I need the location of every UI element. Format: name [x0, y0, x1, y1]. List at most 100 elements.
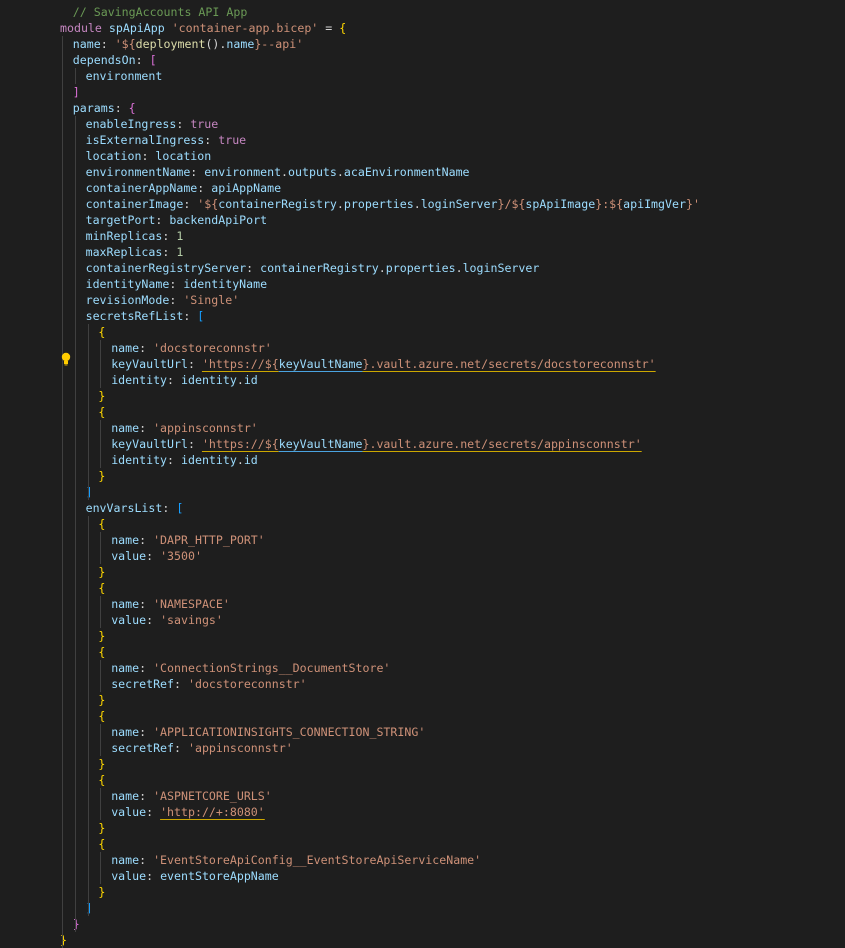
code-line[interactable]: name: 'APPLICATIONINSIGHTS_CONNECTION_ST…	[0, 724, 845, 740]
code-line[interactable]: name: 'NAMESPACE'	[0, 596, 845, 612]
code-token: spApiImage	[525, 197, 596, 211]
code-line[interactable]: {	[0, 516, 845, 532]
code-line[interactable]: dependsOn: [	[0, 52, 845, 68]
code-line[interactable]: secretsRefList: [	[0, 308, 845, 324]
code-line[interactable]: environment	[0, 68, 845, 84]
code-line[interactable]: keyVaultUrl: 'https://${keyVaultName}.va…	[0, 436, 845, 452]
code-line[interactable]: value: 'http://+:8080'	[0, 804, 845, 820]
code-token: apiImgVer	[623, 197, 686, 211]
code-token: {	[98, 773, 106, 787]
code-line[interactable]: name: 'EventStoreApiConfig__EventStoreAp…	[0, 852, 845, 868]
code-line[interactable]: }	[0, 564, 845, 580]
code-line[interactable]: name: 'DAPR_HTTP_PORT'	[0, 532, 845, 548]
code-line[interactable]: ]	[0, 484, 845, 500]
code-token: keyVaultUrl	[111, 437, 188, 451]
code-line[interactable]: }	[0, 932, 845, 948]
code-token: :	[114, 101, 129, 115]
code-line[interactable]: {	[0, 836, 845, 852]
code-token: :	[183, 197, 198, 211]
code-line[interactable]: }	[0, 388, 845, 404]
code-line[interactable]: targetPort: backendApiPort	[0, 212, 845, 228]
indent-guide	[62, 36, 63, 948]
code-token: {	[98, 517, 106, 531]
code-line[interactable]: ]	[0, 84, 845, 100]
code-token: name	[111, 853, 140, 867]
code-line[interactable]: }	[0, 468, 845, 484]
code-line[interactable]: {	[0, 644, 845, 660]
code-line[interactable]: ]	[0, 900, 845, 916]
code-token: id	[243, 453, 258, 467]
code-token: {	[98, 581, 106, 595]
code-line[interactable]: }	[0, 756, 845, 772]
code-token: .	[236, 453, 244, 467]
code-token: }:${	[595, 197, 624, 211]
code-token: 'APPLICATIONINSIGHTS_CONNECTION_STRING'	[153, 725, 426, 739]
code-line[interactable]: containerRegistryServer: containerRegist…	[0, 260, 845, 276]
code-token: }.vault.azure.net/secrets/appinsconnstr'	[362, 437, 642, 451]
code-line[interactable]: {	[0, 580, 845, 596]
code-line[interactable]: value: 'savings'	[0, 612, 845, 628]
code-line[interactable]: {	[0, 404, 845, 420]
code-token: ().	[205, 37, 227, 51]
code-token: .	[336, 165, 344, 179]
code-line[interactable]: name: 'ConnectionStrings__DocumentStore'	[0, 660, 845, 676]
code-line[interactable]: secretRef: 'appinsconnstr'	[0, 740, 845, 756]
code-line[interactable]: minReplicas: 1	[0, 228, 845, 244]
code-line[interactable]: name: 'docstoreconnstr'	[0, 340, 845, 356]
code-line[interactable]: identity: identity.id	[0, 452, 845, 468]
code-line[interactable]: {	[0, 772, 845, 788]
code-line[interactable]: containerImage: '${containerRegistry.pro…	[0, 196, 845, 212]
indent-guide	[100, 724, 102, 756]
code-line[interactable]: }	[0, 692, 845, 708]
indent-guide	[100, 788, 102, 820]
code-line[interactable]: value: eventStoreAppName	[0, 868, 845, 884]
code-line[interactable]: }	[0, 884, 845, 900]
code-line[interactable]: identity: identity.id	[0, 372, 845, 388]
code-token: deployment	[135, 37, 206, 51]
code-token: identity	[181, 453, 237, 467]
code-editor[interactable]: // SavingAccounts API App module spApiApp…	[0, 0, 845, 948]
code-line[interactable]: enableIngress: true	[0, 116, 845, 132]
code-line[interactable]: identityName: identityName	[0, 276, 845, 292]
code-token: 'savings'	[160, 613, 223, 627]
code-token: acaEnvironmentName	[343, 165, 470, 179]
code-line[interactable]: module spApiApp 'container-app.bicep' = …	[0, 20, 845, 36]
code-token: backendApiPort	[169, 213, 268, 227]
code-line[interactable]: environmentName: environment.outputs.aca…	[0, 164, 845, 180]
code-line[interactable]: // SavingAccounts API App	[0, 4, 845, 20]
code-token: :	[197, 181, 212, 195]
code-token: :	[139, 597, 154, 611]
code-line[interactable]: containerAppName: apiAppName	[0, 180, 845, 196]
code-token: 'http://+:8080'	[160, 805, 265, 819]
code-token: value	[111, 613, 147, 627]
code-token: '${	[197, 197, 219, 211]
code-line[interactable]: location: location	[0, 148, 845, 164]
code-line[interactable]: maxReplicas: 1	[0, 244, 845, 260]
code-token: :	[139, 341, 154, 355]
indent-guide	[87, 324, 89, 500]
code-line[interactable]: }	[0, 820, 845, 836]
code-token: keyVaultName	[278, 437, 363, 451]
code-line[interactable]: {	[0, 708, 845, 724]
code-line[interactable]: params: {	[0, 100, 845, 116]
indent-guide	[100, 596, 102, 628]
code-token: environmentName	[85, 165, 191, 179]
code-line[interactable]: }	[0, 916, 845, 932]
code-line[interactable]: secretRef: 'docstoreconnstr'	[0, 676, 845, 692]
lightbulb-icon[interactable]	[60, 352, 72, 366]
code-token: :	[139, 853, 154, 867]
code-line[interactable]: name: '${deployment().name}--api'	[0, 36, 845, 52]
code-token: 'Single'	[183, 293, 240, 307]
code-token: :	[155, 213, 170, 227]
code-line[interactable]: name: 'appinsconnstr'	[0, 420, 845, 436]
code-line[interactable]: revisionMode: 'Single'	[0, 292, 845, 308]
code-token: envVarsList	[85, 501, 163, 515]
code-line[interactable]: envVarsList: [	[0, 500, 845, 516]
code-token: :	[187, 357, 202, 371]
code-line[interactable]: keyVaultUrl: 'https://${keyVaultName}.va…	[0, 356, 845, 372]
code-line[interactable]: isExternalIngress: true	[0, 132, 845, 148]
code-line[interactable]: }	[0, 628, 845, 644]
code-line[interactable]: {	[0, 324, 845, 340]
code-line[interactable]: name: 'ASPNETCORE_URLS'	[0, 788, 845, 804]
code-line[interactable]: value: '3500'	[0, 548, 845, 564]
